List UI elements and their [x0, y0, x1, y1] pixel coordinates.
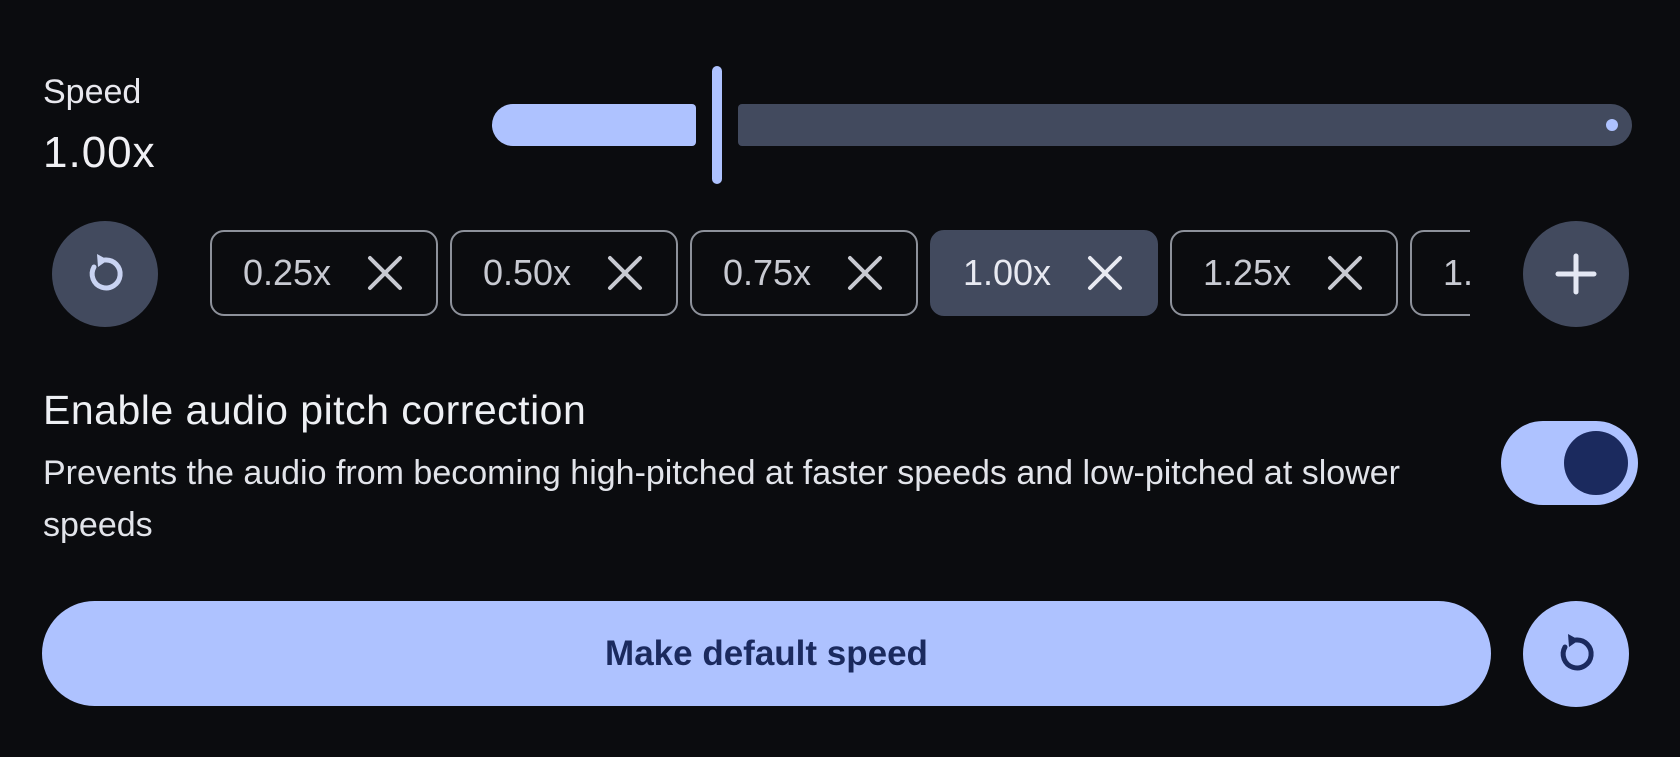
remove-preset-button[interactable] — [605, 253, 645, 293]
speed-presets-scroller[interactable]: 0.25x 0.50x 0.75x 1.00x 1.25x 1.50x — [210, 230, 1470, 316]
close-icon — [368, 256, 403, 290]
speed-preset-chip[interactable]: 0.50x — [450, 230, 678, 316]
reset-speed-button[interactable] — [52, 221, 158, 327]
add-speed-preset-button[interactable] — [1523, 221, 1629, 327]
chip-label: 0.25x — [242, 252, 332, 293]
reset-icon — [89, 254, 123, 291]
pitch-correction-toggle[interactable] — [1501, 421, 1638, 505]
speed-slider[interactable] — [492, 66, 1632, 186]
close-icon — [1088, 256, 1123, 290]
chip-label: 1.00x — [962, 252, 1052, 293]
slider-end-stop — [1606, 119, 1618, 131]
speed-value: 1.00x — [43, 128, 156, 177]
close-icon — [608, 256, 643, 290]
pitch-correction-title: Enable audio pitch correction — [43, 387, 587, 433]
speed-preset-chip[interactable]: 0.25x — [210, 230, 438, 316]
slider-inactive-track — [738, 104, 1632, 146]
make-default-speed-button[interactable]: Make default speed — [42, 601, 1491, 706]
remove-preset-button[interactable] — [845, 253, 885, 293]
reset-default-speed-button[interactable] — [1523, 601, 1629, 707]
toggle-knob — [1564, 431, 1628, 495]
reset-icon — [1560, 634, 1594, 671]
speed-preset-chip[interactable]: 0.75x — [690, 230, 918, 316]
remove-preset-button[interactable] — [1085, 253, 1125, 293]
speed-preset-chip[interactable]: 1.50x — [1410, 230, 1470, 316]
remove-preset-button[interactable] — [365, 253, 405, 293]
plus-icon — [1555, 253, 1597, 295]
close-icon — [848, 256, 883, 290]
pitch-correction-description: Prevents the audio from becoming high-pi… — [43, 454, 1400, 544]
slider-active-track — [492, 104, 696, 146]
chip-label: 1.50x — [1442, 252, 1470, 293]
slider-thumb[interactable] — [712, 66, 722, 184]
speed-preset-chip[interactable]: 1.00x — [930, 230, 1158, 316]
chip-label: 0.50x — [482, 252, 572, 293]
chip-label: 0.75x — [722, 252, 812, 293]
chip-label: 1.25x — [1202, 252, 1292, 293]
speed-preset-chip[interactable]: 1.25x — [1170, 230, 1398, 316]
speed-label: Speed — [43, 73, 142, 111]
close-icon — [1328, 256, 1363, 290]
remove-preset-button[interactable] — [1325, 253, 1365, 293]
